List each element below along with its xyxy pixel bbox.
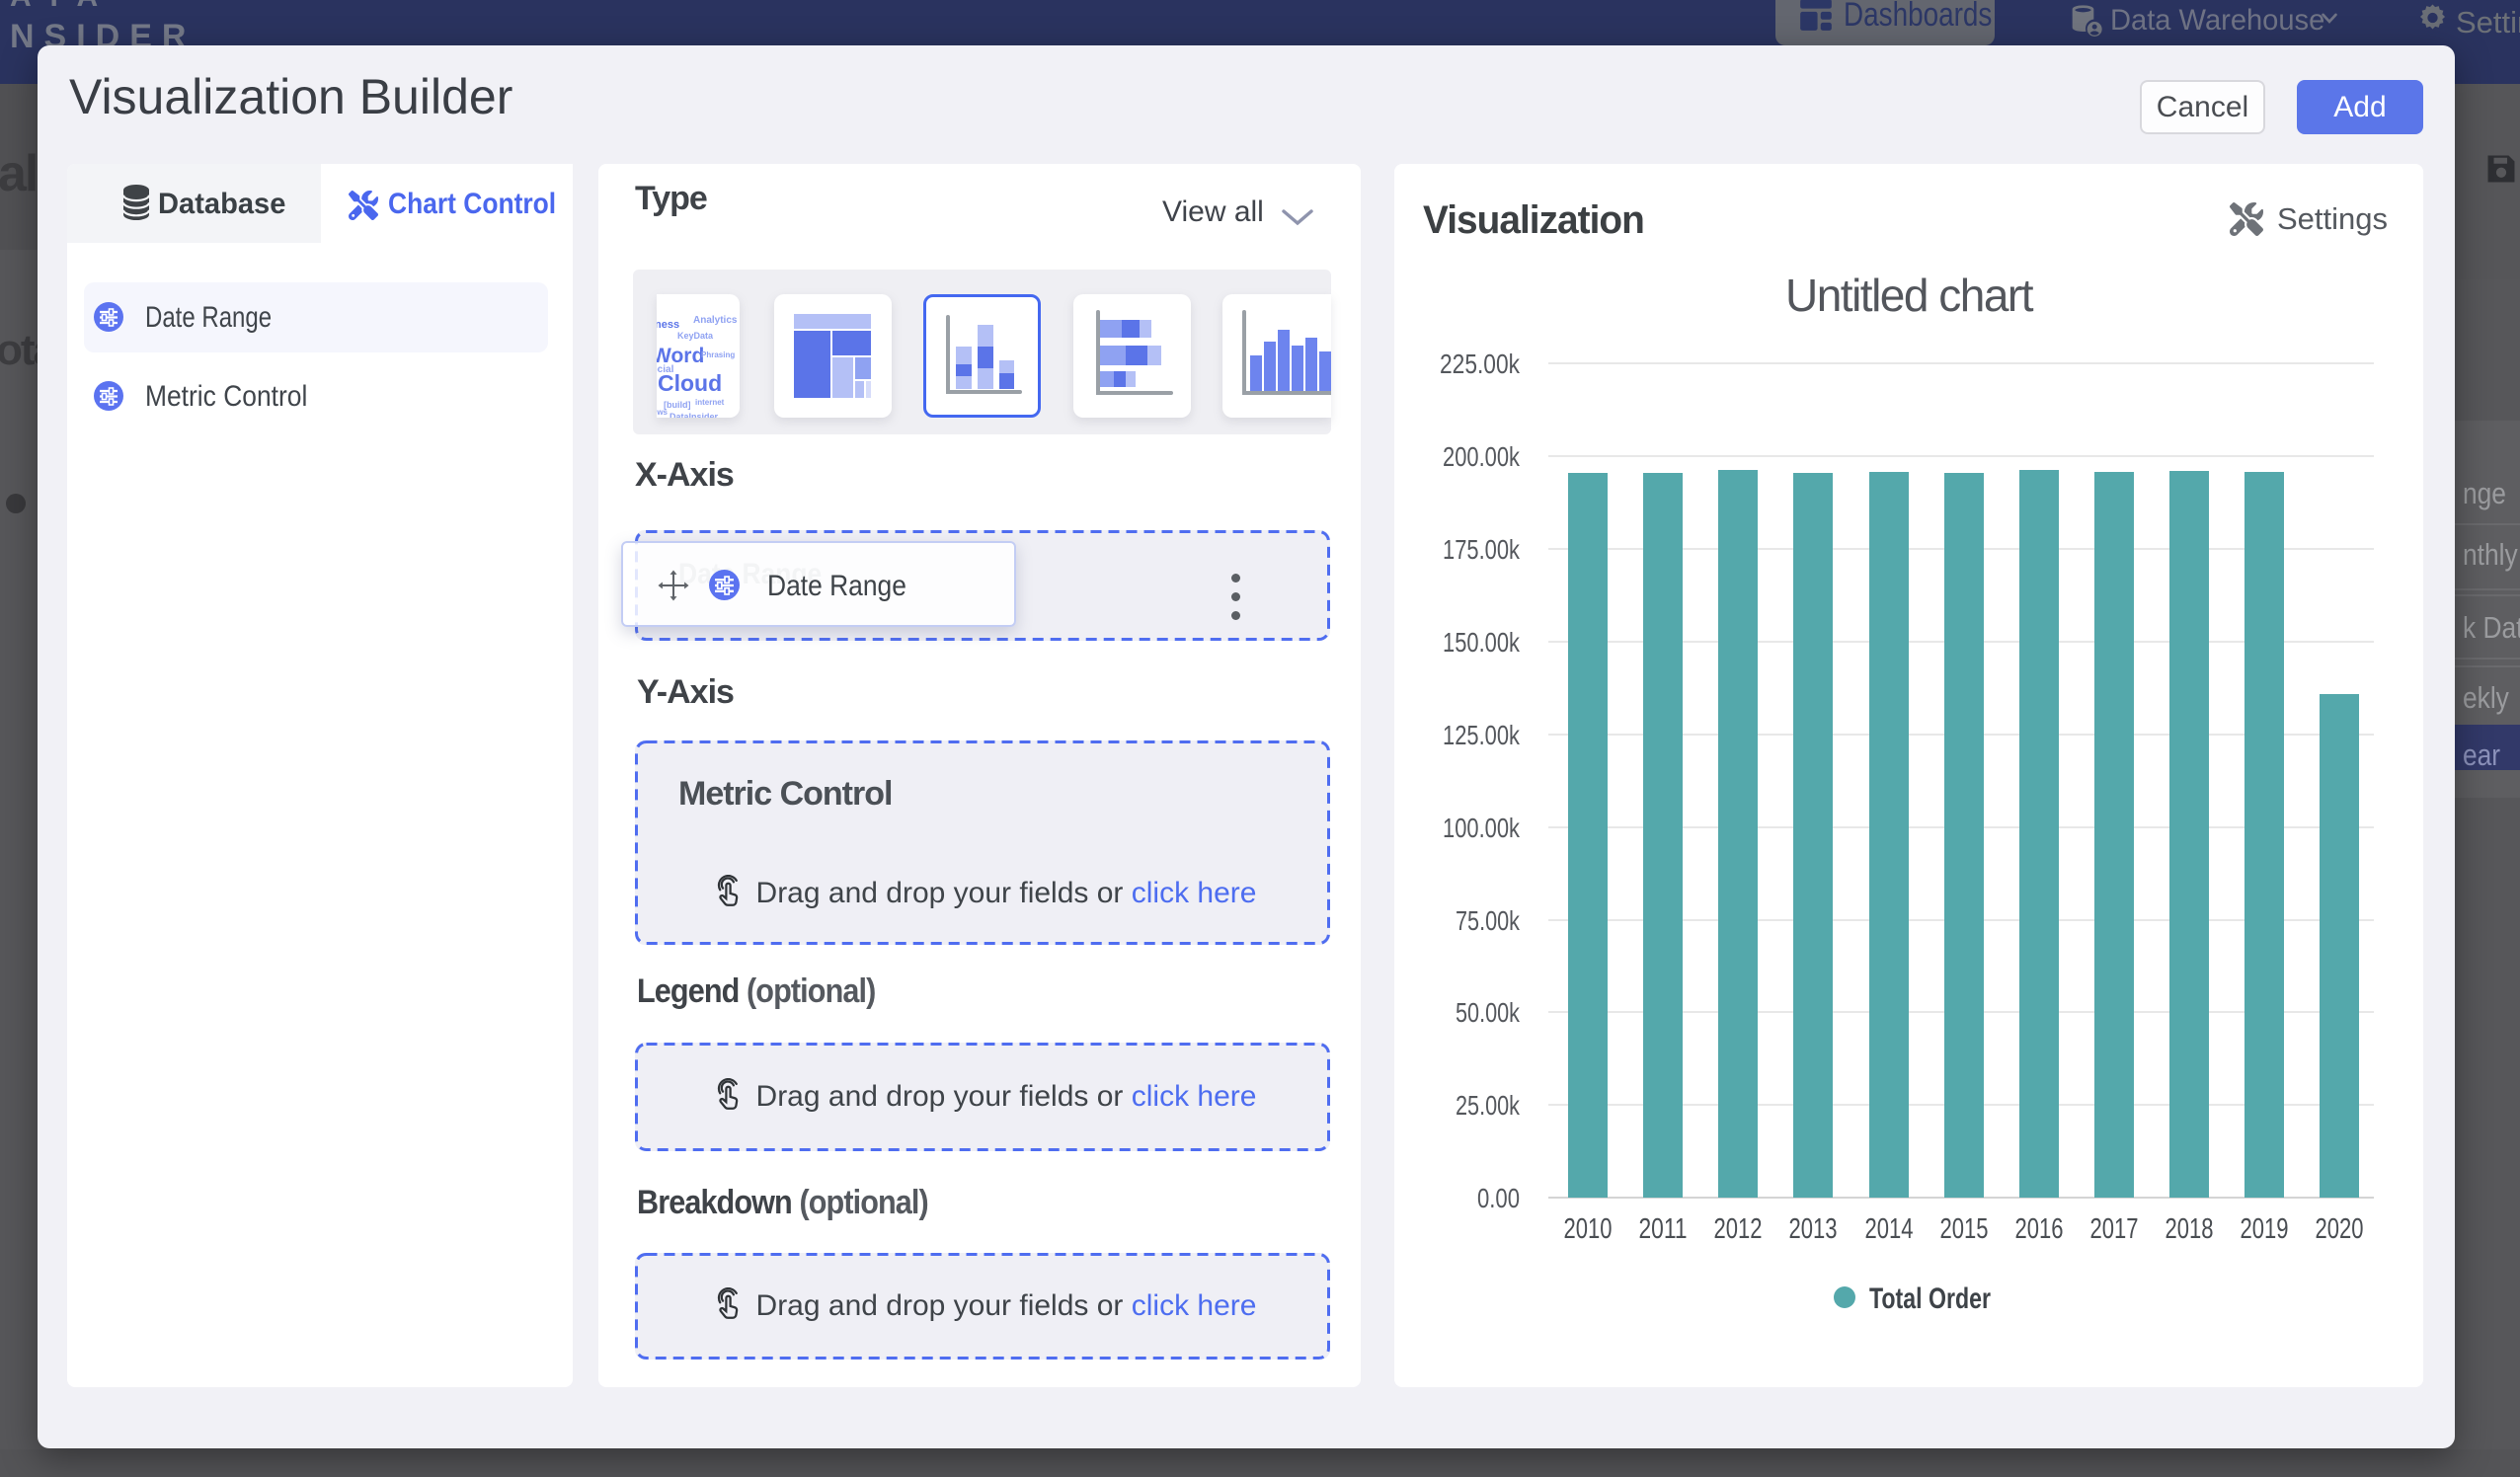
svg-text:2011: 2011 (1639, 1213, 1688, 1245)
svg-text:2013: 2013 (1789, 1213, 1838, 1245)
svg-text:2014: 2014 (1865, 1213, 1914, 1245)
svg-text:175.00k: 175.00k (1443, 534, 1521, 565)
svg-text:225.00k: 225.00k (1440, 349, 1521, 379)
svg-text:2015: 2015 (1940, 1213, 1989, 1245)
svg-text:2019: 2019 (2241, 1213, 2289, 1245)
svg-text:Total Order: Total Order (1869, 1283, 1991, 1315)
svg-text:25.00k: 25.00k (1456, 1090, 1521, 1121)
svg-text:2016: 2016 (2015, 1213, 2064, 1245)
svg-text:125.00k: 125.00k (1443, 720, 1521, 750)
svg-text:100.00k: 100.00k (1443, 813, 1521, 843)
svg-text:0.00: 0.00 (1477, 1183, 1520, 1213)
svg-text:2020: 2020 (2316, 1213, 2364, 1245)
svg-text:50.00k: 50.00k (1456, 997, 1521, 1028)
svg-text:150.00k: 150.00k (1443, 627, 1521, 658)
svg-text:2018: 2018 (2166, 1213, 2214, 1245)
svg-text:2017: 2017 (2090, 1213, 2139, 1245)
svg-text:2012: 2012 (1714, 1213, 1763, 1245)
svg-text:200.00k: 200.00k (1443, 441, 1521, 472)
svg-text:2010: 2010 (1564, 1213, 1613, 1245)
svg-text:75.00k: 75.00k (1456, 905, 1521, 936)
